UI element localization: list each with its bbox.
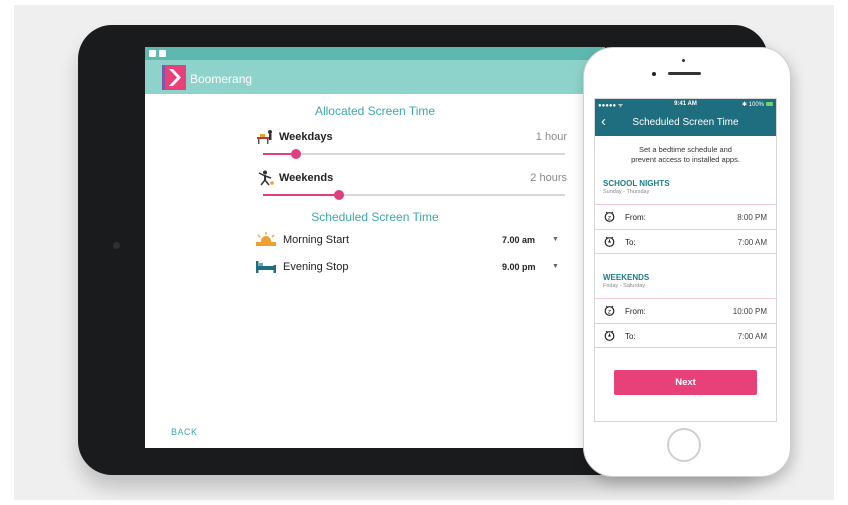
school-nights-subtitle: Sunday - Thursday xyxy=(603,189,650,195)
intro-line-2: prevent access to installed apps. xyxy=(631,155,740,164)
alarm-clock-icon xyxy=(604,330,615,341)
to-label: To: xyxy=(625,332,636,341)
desk-icon xyxy=(257,130,272,144)
intro-line-1: Set a bedtime schedule and xyxy=(639,145,732,154)
phone-screen: ●●●●● ᯤ 9:41 AM ✱ 100% ‹ Scheduled Scree… xyxy=(594,98,777,422)
scheduled-section-title: Scheduled Screen Time xyxy=(311,210,439,224)
phone-title: Scheduled Screen Time xyxy=(632,117,739,128)
sleep-clock-icon: z xyxy=(604,305,615,316)
phone-nav-bar: ‹ Scheduled Screen Time xyxy=(595,110,776,136)
camera-icon xyxy=(159,50,166,57)
from-value: 10:00 PM xyxy=(732,307,767,316)
morning-start-value[interactable]: 7.00 am xyxy=(502,235,535,245)
tablet-status-bar xyxy=(145,47,605,60)
home-button[interactable] xyxy=(667,428,701,462)
phone-status-bar: ●●●●● ᯤ 9:41 AM ✱ 100% xyxy=(595,99,776,110)
tablet-screen: Boomerang Allocated Screen Time Weekdays… xyxy=(145,47,605,448)
weekdays-value: 1 hour xyxy=(535,131,567,143)
weekends-from-row[interactable]: z From: 10:00 PM xyxy=(595,298,776,323)
to-label: To: xyxy=(625,238,636,247)
weekends-slider-thumb[interactable] xyxy=(333,190,344,200)
weekends-subtitle: Friday - Saturday xyxy=(603,283,646,289)
weekdays-slider-thumb[interactable] xyxy=(291,149,302,159)
weekends-label: Weekends xyxy=(279,172,334,184)
svg-text:z: z xyxy=(608,214,611,221)
weekends-title: WEEKENDS xyxy=(603,273,650,282)
allocated-section-title: Allocated Screen Time xyxy=(314,104,436,118)
sunrise-icon xyxy=(256,232,276,246)
from-label: From: xyxy=(625,307,646,316)
app-bar: Boomerang xyxy=(145,60,605,94)
school-nights-title: SCHOOL NIGHTS xyxy=(603,179,670,188)
image-icon xyxy=(149,50,156,57)
to-value: 7:00 AM xyxy=(737,238,767,247)
bed-icon xyxy=(256,261,276,273)
school-nights-to-row[interactable]: To: 7:00 AM xyxy=(595,229,776,254)
evening-stop-dropdown-icon[interactable]: ▼ xyxy=(552,263,559,270)
from-value: 8:00 PM xyxy=(737,213,767,222)
alarm-clock-icon xyxy=(604,236,615,247)
from-label: From: xyxy=(625,213,646,222)
weekdays-label: Weekdays xyxy=(279,131,333,143)
tablet-camera xyxy=(113,242,120,249)
morning-start-dropdown-icon[interactable]: ▼ xyxy=(552,236,559,243)
app-title: Boomerang xyxy=(190,72,253,86)
sleep-clock-icon: z xyxy=(604,211,615,222)
evening-stop-label: Evening Stop xyxy=(283,261,349,273)
back-button[interactable]: BACK xyxy=(171,427,198,437)
next-button[interactable]: Next xyxy=(614,370,757,395)
phone-front-camera xyxy=(652,72,656,76)
battery-icon xyxy=(766,102,773,106)
weekdays-slider-track[interactable] xyxy=(263,153,565,155)
battery-label: ✱ 100% xyxy=(741,102,764,108)
school-nights-from-row[interactable]: z From: 8:00 PM xyxy=(595,204,776,229)
boomerang-logo-icon xyxy=(162,65,186,90)
weekends-slider-fill xyxy=(263,194,339,196)
weekends-to-row[interactable]: To: 7:00 AM xyxy=(595,323,776,348)
play-icon xyxy=(258,170,274,186)
phone-sensor xyxy=(682,59,685,62)
weekends-value: 2 hours xyxy=(530,172,567,184)
phone-speaker xyxy=(668,72,701,75)
svg-text:z: z xyxy=(608,308,611,315)
evening-stop-value[interactable]: 9.00 pm xyxy=(502,262,536,272)
morning-start-label: Morning Start xyxy=(283,234,350,246)
to-value: 7:00 AM xyxy=(737,332,767,341)
